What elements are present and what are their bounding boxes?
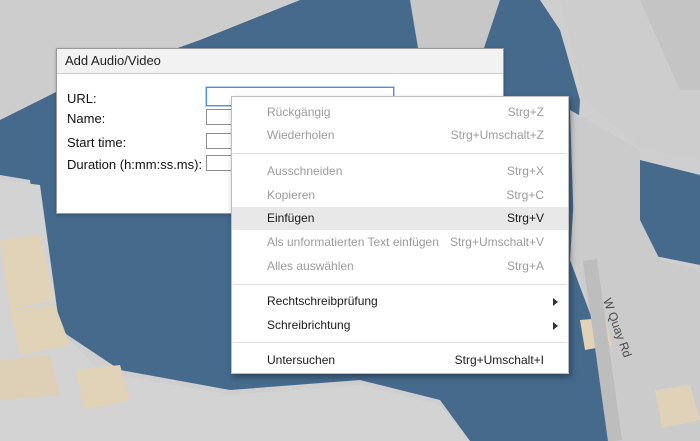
start-time-field[interactable]	[206, 133, 234, 149]
context-menu: Rückgängig Strg+Z Wiederholen Strg+Umsch…	[231, 96, 569, 374]
menu-item-label: Rückgängig	[267, 105, 331, 119]
menu-item-shortcut: Strg+X	[506, 164, 544, 178]
menu-item-label: Rechtschreibprüfung	[267, 294, 378, 308]
menu-item-shortcut: Strg+C	[506, 188, 544, 202]
menu-item-shortcut: Strg+A	[506, 259, 544, 273]
name-label: Name:	[67, 111, 106, 126]
url-label: URL:	[67, 91, 97, 106]
menu-item-label: Schreibrichtung	[267, 318, 351, 332]
menu-item-cut[interactable]: Ausschneiden Strg+X	[232, 160, 568, 183]
menu-item-label: Als unformatierten Text einfügen	[267, 235, 439, 249]
menu-item-undo[interactable]: Rückgängig Strg+Z	[232, 101, 568, 124]
menu-separator	[233, 284, 567, 285]
menu-item-label: Kopieren	[267, 188, 316, 202]
menu-item-paste[interactable]: Einfügen Strg+V	[232, 207, 568, 230]
menu-item-shortcut: Strg+V	[506, 211, 544, 225]
menu-item-select-all[interactable]: Alles auswählen Strg+A	[232, 255, 568, 278]
start-time-label: Start time:	[67, 135, 127, 150]
menu-item-label: Ausschneiden	[267, 164, 343, 178]
name-field[interactable]	[206, 109, 234, 125]
menu-separator	[233, 342, 567, 343]
duration-field[interactable]	[206, 155, 234, 171]
menu-item-shortcut: Strg+Umschalt+Z	[450, 128, 544, 142]
duration-label: Duration (h:mm:ss.ms):	[67, 157, 203, 172]
menu-item-label: Untersuchen	[267, 353, 336, 367]
menu-separator	[233, 153, 567, 154]
menu-item-shortcut: Strg+Umschalt+I	[454, 353, 544, 367]
menu-item-redo[interactable]: Wiederholen Strg+Umschalt+Z	[232, 124, 568, 147]
menu-item-inspect[interactable]: Untersuchen Strg+Umschalt+I	[232, 349, 568, 372]
menu-item-label: Einfügen	[267, 211, 315, 225]
building	[0, 355, 60, 400]
menu-item-shortcut: Strg+Umschalt+V	[449, 235, 544, 249]
menu-item-writing-direction[interactable]: Schreibrichtung	[232, 314, 568, 337]
menu-item-spellcheck[interactable]: Rechtschreibprüfung	[232, 290, 568, 313]
menu-item-label: Wiederholen	[267, 128, 335, 142]
submenu-arrow-icon	[553, 298, 558, 306]
menu-item-paste-plain[interactable]: Als unformatierten Text einfügen Strg+Um…	[232, 231, 568, 254]
menu-item-copy[interactable]: Kopieren Strg+C	[232, 184, 568, 207]
dialog-title: Add Audio/Video	[57, 49, 503, 74]
menu-item-label: Alles auswählen	[267, 259, 354, 273]
submenu-arrow-icon	[553, 322, 558, 330]
menu-item-shortcut: Strg+Z	[507, 105, 544, 119]
